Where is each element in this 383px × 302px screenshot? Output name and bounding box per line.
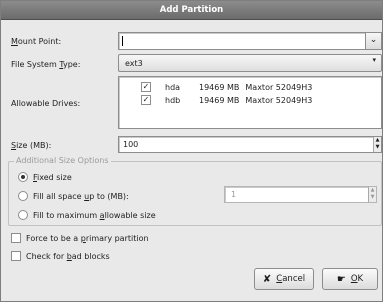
mount-point-label: Mount Point:	[11, 37, 62, 46]
fixed-size-option[interactable]: Fixed size	[18, 172, 72, 182]
fill-upto-input[interactable]: 1 ▲ ▼	[224, 186, 377, 203]
checkmark-icon: ✓	[142, 82, 150, 91]
mount-point-dropdown-button[interactable]: ⌄	[365, 32, 382, 50]
fixed-size-radio[interactable]	[18, 172, 28, 182]
fill-max-radio[interactable]	[18, 210, 28, 220]
dropdown-arrow-icon: ▾	[372, 56, 376, 64]
spin-down-icon[interactable]: ▼	[374, 144, 381, 151]
size-options-heading: Additional Size Options	[14, 156, 111, 165]
drives-list: ✓ hda 19469 MB Maxtor 52049H3 ✓ hdb 1946…	[118, 76, 382, 129]
force-primary-option[interactable]: Force to be a primary partition	[11, 233, 149, 243]
checkmark-icon: ✓	[142, 95, 150, 104]
force-primary-checkbox[interactable]	[11, 233, 21, 243]
add-partition-dialog: Add Partition Mount Point: ⌄ File System…	[0, 0, 383, 302]
check-bad-blocks-checkbox[interactable]	[11, 251, 21, 261]
fill-upto-radio[interactable]	[18, 191, 28, 201]
allowable-drives-label: Allowable Drives:	[11, 99, 81, 108]
spin-up-icon[interactable]: ▲	[369, 187, 376, 194]
spin-down-icon[interactable]: ▼	[369, 194, 376, 201]
drive-row[interactable]: ✓ hda 19469 MB Maxtor 52049H3	[141, 82, 312, 92]
dialog-title: Add Partition	[1, 1, 382, 20]
fill-upto-option[interactable]: Fill all space up to (MB):	[18, 191, 129, 201]
check-bad-blocks-option[interactable]: Check for bad blocks	[11, 251, 110, 261]
fill-upto-spin-buttons[interactable]: ▲ ▼	[368, 187, 376, 202]
ok-hand-icon: ☛	[336, 273, 346, 285]
chevron-down-icon: ⌄	[369, 35, 378, 45]
size-spin-input[interactable]: 100 ▲ ▼	[118, 136, 382, 153]
drive-checkbox[interactable]: ✓	[141, 95, 151, 105]
cancel-button[interactable]: ✘ Cancel	[254, 268, 314, 290]
drive-checkbox[interactable]: ✓	[141, 82, 151, 92]
fs-type-label: File System Type:	[11, 60, 81, 69]
mount-point-input[interactable]	[118, 32, 366, 50]
text-cursor	[122, 36, 123, 46]
drive-row[interactable]: ✓ hdb 19469 MB Maxtor 52049H3	[141, 95, 312, 105]
size-label: Size (MB):	[11, 141, 52, 150]
fs-type-select[interactable]: ext3 ▾	[118, 54, 382, 72]
fill-max-option[interactable]: Fill to maximum allowable size	[18, 210, 156, 220]
spin-up-icon[interactable]: ▲	[374, 137, 381, 144]
size-spin-buttons[interactable]: ▲ ▼	[373, 137, 381, 152]
cancel-x-icon: ✘	[262, 273, 272, 285]
ok-button[interactable]: ☛ OK	[322, 268, 378, 290]
